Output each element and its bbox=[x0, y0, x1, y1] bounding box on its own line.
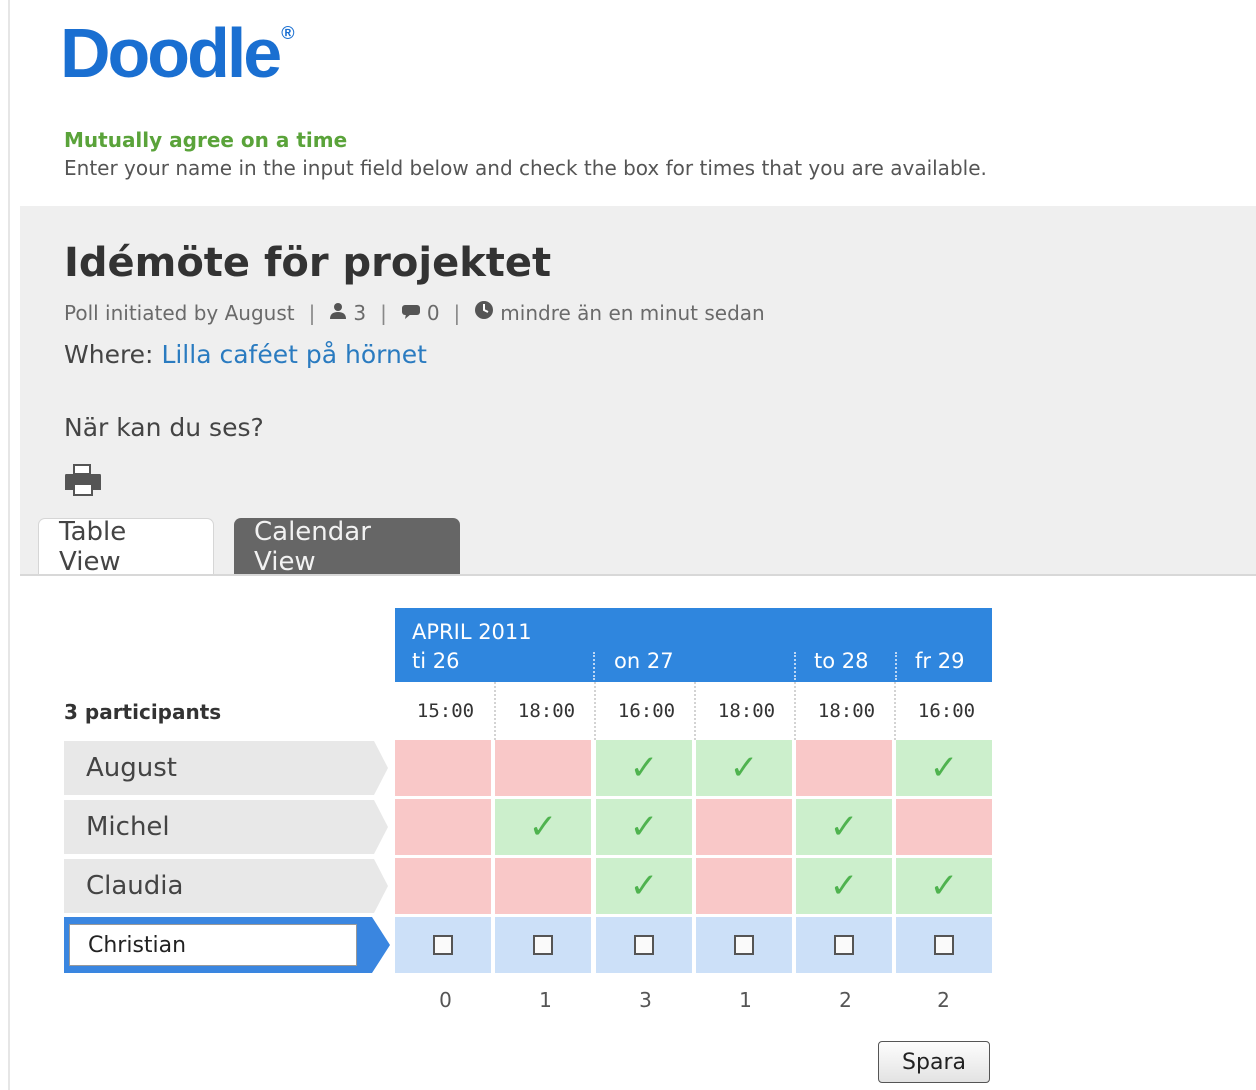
participant-name-label: Michel bbox=[86, 812, 170, 842]
vote-cell: ✓ bbox=[896, 740, 992, 796]
day-label: ti 26 bbox=[412, 649, 460, 673]
separator: | bbox=[308, 300, 316, 325]
vote-count: 2 bbox=[839, 988, 852, 1012]
vote-cell bbox=[796, 740, 892, 796]
participants-count-label: 3 participants bbox=[64, 700, 222, 724]
time-slot: 16:00 bbox=[594, 682, 697, 740]
check-icon: ✓ bbox=[829, 807, 859, 847]
check-icon: ✓ bbox=[528, 807, 558, 847]
vote-cell bbox=[395, 740, 491, 796]
vote-cell: ✓ bbox=[495, 799, 591, 855]
availability-cell bbox=[696, 917, 792, 973]
availability-checkbox[interactable] bbox=[634, 935, 654, 955]
participant-name-label: August bbox=[86, 753, 177, 783]
vote-cell: ✓ bbox=[596, 858, 692, 914]
check-icon: ✓ bbox=[929, 866, 959, 906]
instructions: Enter your name in the input field below… bbox=[64, 156, 987, 180]
vote-count: 0 bbox=[439, 988, 452, 1012]
check-icon: ✓ bbox=[629, 807, 659, 847]
time-slot: 15:00 bbox=[416, 700, 475, 722]
check-icon: ✓ bbox=[929, 748, 959, 788]
participant-name: Michel bbox=[64, 800, 388, 854]
vote-count: 3 bbox=[639, 988, 652, 1012]
vote-cell bbox=[696, 799, 792, 855]
poll-title: Idémöte för projektet bbox=[64, 240, 552, 286]
day-label: on 27 bbox=[614, 649, 674, 673]
vote-cell: ✓ bbox=[596, 799, 692, 855]
time-slot: 18:00 bbox=[494, 682, 597, 740]
clock-icon bbox=[474, 300, 494, 325]
vote-cell: ✓ bbox=[596, 740, 692, 796]
separator: | bbox=[453, 300, 461, 325]
separator: | bbox=[380, 300, 387, 325]
poll-description: När kan du ses? bbox=[64, 413, 264, 442]
person-icon bbox=[329, 301, 347, 325]
availability-checkbox[interactable] bbox=[533, 935, 553, 955]
comment-icon bbox=[401, 301, 421, 325]
time-slot: 18:00 bbox=[694, 682, 797, 740]
vote-cell bbox=[696, 858, 792, 914]
check-icon: ✓ bbox=[829, 866, 859, 906]
where-label: Where: bbox=[64, 340, 154, 369]
tagline: Mutually agree on a time bbox=[64, 128, 348, 152]
time-ago: mindre än en minut sedan bbox=[500, 300, 765, 325]
participant-name: Claudia bbox=[64, 859, 388, 913]
participant-name-label: Claudia bbox=[86, 871, 184, 901]
participant-name-input[interactable] bbox=[69, 924, 357, 966]
doodle-logo[interactable]: Doodle ® bbox=[60, 18, 294, 88]
vote-cell bbox=[395, 858, 491, 914]
participant-count: 3 bbox=[353, 300, 367, 325]
vote-cell bbox=[896, 799, 992, 855]
participant-name: August bbox=[64, 741, 388, 795]
check-icon: ✓ bbox=[729, 748, 759, 788]
month-label: APRIL 2011 bbox=[412, 620, 532, 644]
printer-icon[interactable] bbox=[64, 464, 102, 500]
comment-count: 0 bbox=[426, 300, 440, 325]
initiator-text: Poll initiated by August bbox=[64, 300, 295, 325]
availability-cell bbox=[596, 917, 692, 973]
vote-cell: ✓ bbox=[796, 858, 892, 914]
check-icon: ✓ bbox=[629, 748, 659, 788]
day-divider bbox=[794, 652, 796, 680]
vote-count: 2 bbox=[937, 988, 950, 1012]
availability-cell bbox=[495, 917, 591, 973]
tab-calendar-view[interactable]: Calendar View bbox=[234, 517, 460, 577]
vote-cell: ✓ bbox=[696, 740, 792, 796]
poll-meta: Poll initiated by August | 3 | 0 | mindr… bbox=[64, 300, 765, 325]
availability-checkbox[interactable] bbox=[934, 935, 954, 955]
vote-cell: ✓ bbox=[796, 799, 892, 855]
vote-count: 1 bbox=[739, 988, 752, 1012]
vote-cell bbox=[495, 858, 591, 914]
location-value: Lilla caféet på hörnet bbox=[161, 340, 427, 369]
day-label: fr 29 bbox=[915, 649, 965, 673]
availability-cell bbox=[395, 917, 491, 973]
check-icon: ✓ bbox=[629, 866, 659, 906]
vote-count: 1 bbox=[539, 988, 552, 1012]
vote-cell bbox=[495, 740, 591, 796]
availability-checkbox[interactable] bbox=[433, 935, 453, 955]
day-divider bbox=[593, 652, 595, 680]
availability-cell bbox=[896, 917, 992, 973]
vote-cell: ✓ bbox=[896, 858, 992, 914]
new-participant-row bbox=[64, 917, 390, 973]
day-label: to 28 bbox=[814, 649, 869, 673]
time-slot: 18:00 bbox=[794, 682, 897, 740]
date-header: APRIL 2011 ti 26 on 27 to 28 fr 29 bbox=[395, 608, 992, 682]
availability-cell bbox=[796, 917, 892, 973]
availability-checkbox[interactable] bbox=[734, 935, 754, 955]
tab-underline bbox=[20, 574, 1256, 576]
location: Where: Lilla caféet på hörnet bbox=[64, 340, 427, 369]
time-slot: 16:00 bbox=[894, 682, 997, 740]
availability-checkbox[interactable] bbox=[834, 935, 854, 955]
save-button[interactable]: Spara bbox=[878, 1041, 990, 1083]
vote-cell bbox=[395, 799, 491, 855]
tab-table-view[interactable]: Table View bbox=[38, 517, 214, 577]
day-divider bbox=[895, 652, 897, 680]
page-left-border bbox=[8, 0, 10, 1090]
